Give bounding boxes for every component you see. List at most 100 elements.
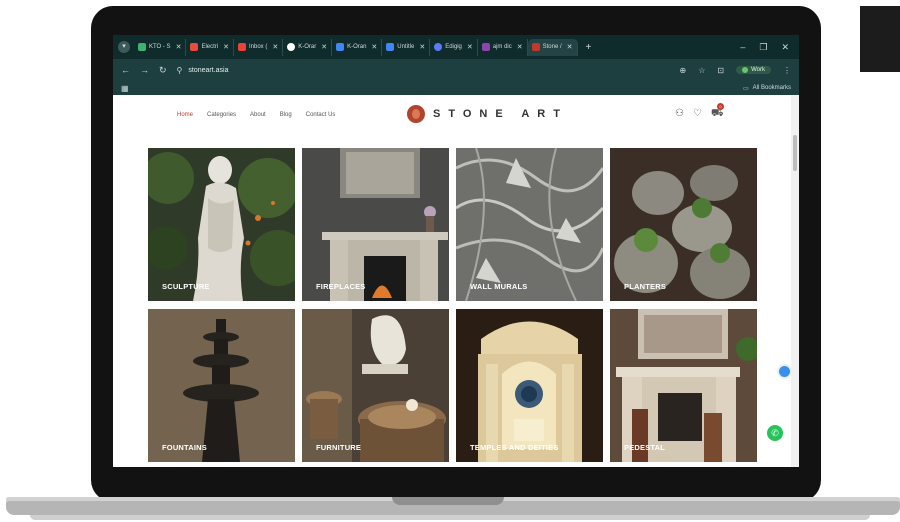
pedestal-image [610,309,757,462]
laptop-base-notch [392,497,504,505]
menu-item-blog[interactable]: Blog [280,112,292,118]
tab-close-icon[interactable]: ✕ [223,43,229,51]
tab-title: ajm dic [492,44,512,50]
tab-favicon-icon [434,43,443,51]
cart-count-badge: 0 [716,103,724,110]
fireplace-image [302,148,449,301]
tab-title: K-Orar [298,44,317,50]
tab-title: Stone / [542,44,562,50]
category-label: SCULPTURE [162,282,210,291]
furniture-image [302,309,449,462]
main-menu: Home Categories About Blog Contact Us [177,95,335,135]
browser-tab[interactable]: K-Oran ✕ [332,38,383,56]
browser-tab[interactable]: KTO - S ✕ [134,38,187,56]
browser-tab-active[interactable]: Stone / ✕ [527,38,578,56]
tab-title: Untitle [397,44,415,50]
apps-grid-icon[interactable]: ▦ [121,84,129,93]
reload-icon[interactable]: ↻ [159,65,167,76]
more-menu-icon[interactable]: ⋮ [783,66,791,75]
tab-favicon-icon [481,43,490,51]
category-card-pedestal[interactable]: PEDESTAL [610,309,757,462]
all-bookmarks-button[interactable]: ▭ All Bookmarks [743,85,799,92]
web-page: Home Categories About Blog Contact Us ST… [113,95,791,467]
new-tab-icon[interactable]: + [586,42,592,53]
category-card-planters[interactable]: PLANTERS [610,148,757,301]
profile-label: Work [751,67,765,73]
fountains-image [148,309,295,462]
tab-close-icon[interactable]: ✕ [517,43,523,51]
bookmarks-bar: ▦ ▭ All Bookmarks [113,81,799,95]
forward-icon[interactable]: → [140,65,149,76]
category-card-temples[interactable]: TEMPLES AND DEITIES [456,309,603,462]
category-label: FIREPLACES [316,282,366,291]
star-icon[interactable]: ☆ [698,66,705,75]
profile-button[interactable]: Work [736,66,771,74]
laptop-base-shadow [30,515,870,520]
site-logo[interactable]: STONE ART [407,105,568,123]
scrollbar-thumb[interactable] [793,135,797,171]
browser-tab[interactable]: ajm dic ✕ [478,38,528,56]
url-field[interactable]: ⚲ stoneart.asia [177,66,597,75]
tab-close-icon[interactable]: ✕ [272,43,278,51]
temples-image [456,309,603,462]
laptop-screen: ▾ KTO - S ✕ Electri ✕ Inbox ( ✕ K-Orar ✕ K-O… [113,35,799,467]
menu-item-contact[interactable]: Contact Us [306,112,336,118]
folder-icon: ▭ [742,85,749,92]
browser-tab[interactable]: Inbox ( ✕ [234,38,284,56]
category-card-wall-murals[interactable]: WALL MURALS [456,148,603,301]
category-card-sculpture[interactable]: SCULPTURE [148,148,295,301]
browser-tab-bar: ▾ KTO - S ✕ Electri ✕ Inbox ( ✕ K-Orar ✕ K-O… [113,35,799,59]
tab-close-icon[interactable]: ✕ [321,43,327,51]
category-label: FURNITURE [316,443,362,452]
category-label: FOUNTAINS [162,443,207,452]
restore-icon[interactable]: ❐ [759,42,767,53]
address-bar-actions: ⊕ ☆ ⊡ Work ⋮ [680,66,799,75]
tab-favicon-icon [336,43,345,51]
site-info-icon[interactable]: ⚲ [177,66,183,75]
heart-icon[interactable]: ♡ [693,108,702,121]
tab-search-icon[interactable]: ▾ [118,41,130,53]
wall-murals-image [456,148,603,301]
browser-tab[interactable]: Electri ✕ [186,38,234,56]
tab-close-icon[interactable]: ✕ [176,43,182,51]
all-bookmarks-label: All Bookmarks [752,85,791,91]
tab-title: K-Oran [347,44,367,50]
category-card-furniture[interactable]: FURNITURE [302,309,449,462]
tab-favicon-icon [386,43,395,51]
url-text: stoneart.asia [188,66,229,74]
category-card-fountains[interactable]: FOUNTAINS [148,309,295,462]
tab-favicon-icon [138,43,146,51]
logo-text: STONE ART [433,108,568,120]
category-label: WALL MURALS [470,282,528,291]
menu-item-categories[interactable]: Categories [207,112,236,118]
tab-close-icon[interactable]: ✕ [567,43,573,51]
category-label: PEDESTAL [624,443,666,452]
minimize-icon[interactable]: – [740,42,745,53]
corner-dark-block [860,6,900,72]
tab-favicon-icon [531,43,540,51]
tab-title: KTO - S [149,44,171,50]
extensions-icon[interactable]: ⊡ [717,66,724,75]
browser-tab[interactable]: K-Orar ✕ [283,38,333,56]
menu-item-home[interactable]: Home [177,112,193,118]
tab-title: Inbox ( [248,44,268,50]
tab-favicon-icon [190,43,199,51]
tab-close-icon[interactable]: ✕ [467,43,473,51]
tab-close-icon[interactable]: ✕ [419,43,425,51]
tab-title: Edigig [445,44,462,50]
whatsapp-icon[interactable]: ✆ [767,425,783,441]
browser-tab[interactable]: Untitle ✕ [382,38,431,56]
close-window-icon[interactable]: ✕ [781,42,789,53]
back-icon[interactable]: ← [121,65,130,76]
zoom-icon[interactable]: ⊕ [680,66,687,75]
tab-favicon-icon [237,43,246,51]
category-label: TEMPLES AND DEITIES [470,443,559,452]
browser-tab[interactable]: Edigig ✕ [430,38,478,56]
cart-icon[interactable]: ⛟ 0 [711,103,724,121]
tab-close-icon[interactable]: ✕ [371,43,377,51]
menu-item-about[interactable]: About [250,112,266,118]
chat-widget-icon[interactable] [777,364,792,379]
category-card-fireplaces[interactable]: FIREPLACES [302,148,449,301]
header-actions: ⚇ ♡ ⛟ 0 [675,103,724,121]
user-icon[interactable]: ⚇ [675,108,684,121]
